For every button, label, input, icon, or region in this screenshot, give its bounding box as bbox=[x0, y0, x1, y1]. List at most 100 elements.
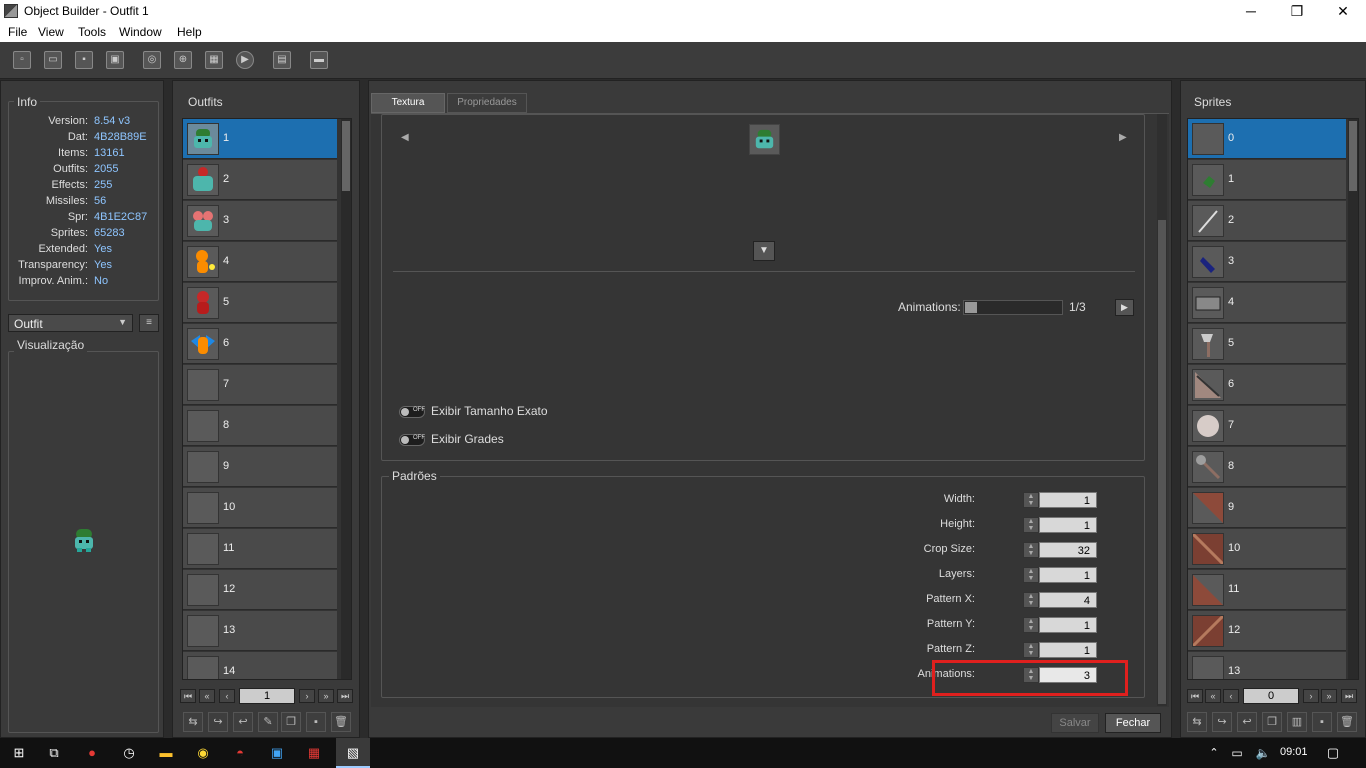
close-button[interactable]: ✕ bbox=[1320, 0, 1366, 23]
list-item[interactable]: 13 bbox=[183, 611, 337, 651]
page-input[interactable]: 0 bbox=[1243, 688, 1299, 704]
page-input[interactable]: 1 bbox=[239, 688, 295, 704]
stepper-icon[interactable]: ▲ ▼ bbox=[1023, 517, 1039, 533]
stepper-icon[interactable]: ▲ ▼ bbox=[1023, 592, 1039, 608]
prev-frame-icon[interactable]: ◀ bbox=[401, 132, 409, 143]
clock-app-icon[interactable]: ◷ bbox=[118, 743, 140, 763]
list-item[interactable]: 0 bbox=[1188, 119, 1346, 159]
grid-icon[interactable]: ▦ bbox=[205, 51, 223, 69]
task-view-icon[interactable]: ⧉ bbox=[43, 743, 65, 763]
last-page-icon[interactable]: ⏭ bbox=[1341, 689, 1357, 703]
category-select[interactable]: Outfit ▼ bbox=[8, 314, 133, 332]
list-item[interactable]: 3 bbox=[183, 201, 337, 241]
list-item[interactable]: 2 bbox=[183, 160, 337, 200]
crosshair-icon[interactable]: ⊕ bbox=[174, 51, 192, 69]
clock[interactable]: 09:01 bbox=[1280, 746, 1308, 758]
list-item[interactable]: 11 bbox=[183, 529, 337, 569]
prev-icon[interactable]: ‹ bbox=[1223, 689, 1239, 703]
replace-icon[interactable]: ⇆ bbox=[1187, 712, 1207, 732]
minimize-button[interactable]: ─ bbox=[1228, 0, 1274, 23]
list-item[interactable]: 10 bbox=[183, 488, 337, 528]
import-icon[interactable]: ↩ bbox=[233, 712, 253, 732]
menu-window[interactable]: Window bbox=[119, 25, 162, 39]
export-icon[interactable]: ↪ bbox=[1212, 712, 1232, 732]
save-button[interactable]: Salvar bbox=[1051, 713, 1099, 733]
trash-icon[interactable]: 🗑 bbox=[331, 712, 351, 732]
stepper-icon[interactable]: ▲ ▼ bbox=[1023, 642, 1039, 658]
trash-icon[interactable]: 🗑 bbox=[1337, 712, 1357, 732]
paste-icon[interactable]: ▥ bbox=[1287, 712, 1307, 732]
slider-thumb[interactable] bbox=[965, 302, 977, 313]
tab-propriedades[interactable]: Propriedades bbox=[447, 93, 527, 113]
prev-fast-icon[interactable]: « bbox=[1205, 689, 1221, 703]
prop-value[interactable]: 1 bbox=[1039, 642, 1097, 658]
import-icon[interactable]: ↩ bbox=[1237, 712, 1257, 732]
new-icon[interactable]: ▪ bbox=[306, 712, 326, 732]
pokeball-icon[interactable]: ◓ bbox=[229, 743, 251, 763]
tab-textura[interactable]: Textura bbox=[371, 93, 445, 113]
next-fast-icon[interactable]: » bbox=[1321, 689, 1337, 703]
list-item[interactable]: 12 bbox=[1188, 611, 1346, 651]
first-page-icon[interactable]: ⏮ bbox=[1187, 689, 1203, 703]
chevron-up-icon[interactable]: ⌃ bbox=[1203, 743, 1225, 763]
prop-value[interactable]: 1 bbox=[1039, 517, 1097, 533]
close-editor-button[interactable]: Fechar bbox=[1105, 713, 1161, 733]
scrollbar[interactable] bbox=[1157, 114, 1167, 706]
list-item[interactable]: 12 bbox=[183, 570, 337, 610]
menu-view[interactable]: View bbox=[38, 25, 64, 39]
list-item[interactable]: 1 bbox=[1188, 160, 1346, 200]
scrollbar[interactable] bbox=[341, 119, 351, 679]
list-item[interactable]: 7 bbox=[1188, 406, 1346, 446]
prev-icon[interactable]: ‹ bbox=[219, 689, 235, 703]
prev-fast-icon[interactable]: « bbox=[199, 689, 215, 703]
windows-start-icon[interactable]: ⊞ bbox=[8, 743, 30, 763]
new-icon[interactable]: ▪ bbox=[1312, 712, 1332, 732]
save-all-icon[interactable]: ▣ bbox=[106, 51, 124, 69]
scrollbar-thumb[interactable] bbox=[1349, 121, 1357, 191]
list-item[interactable]: 11 bbox=[1188, 570, 1346, 610]
prop-value[interactable]: 1 bbox=[1039, 567, 1097, 583]
list-item[interactable]: 4 bbox=[183, 242, 337, 282]
duplicate-icon[interactable]: ❐ bbox=[281, 712, 301, 732]
duplicate-icon[interactable]: ❐ bbox=[1262, 712, 1282, 732]
stepper-icon[interactable]: ▲ ▼ bbox=[1023, 617, 1039, 633]
list-item[interactable]: 6 bbox=[1188, 365, 1346, 405]
object-builder-taskbar-icon[interactable]: ▧ bbox=[336, 738, 370, 768]
open-folder-icon[interactable]: ▭ bbox=[44, 51, 62, 69]
last-page-icon[interactable]: ⏭ bbox=[337, 689, 353, 703]
prop-value[interactable]: 4 bbox=[1039, 592, 1097, 608]
splitter[interactable] bbox=[164, 80, 172, 738]
menu-file[interactable]: File bbox=[8, 25, 27, 39]
next-fast-icon[interactable]: » bbox=[318, 689, 334, 703]
animations-slider[interactable] bbox=[963, 300, 1063, 315]
list-item[interactable]: 13 bbox=[1188, 652, 1346, 679]
edit-icon[interactable]: ✎ bbox=[258, 712, 278, 732]
store-icon[interactable]: ▤ bbox=[273, 51, 291, 69]
save-icon[interactable]: ▪ bbox=[75, 51, 93, 69]
scrollbar[interactable] bbox=[1348, 119, 1358, 679]
chrome-icon[interactable]: ● bbox=[81, 743, 103, 763]
app-icon[interactable]: ◉ bbox=[192, 743, 214, 763]
list-item[interactable]: 10 bbox=[1188, 529, 1346, 569]
first-page-icon[interactable]: ⏮ bbox=[180, 689, 196, 703]
direction-down-icon[interactable]: ▼ bbox=[753, 241, 775, 261]
list-item[interactable]: 6 bbox=[183, 324, 337, 364]
app-icon[interactable]: ▦ bbox=[303, 743, 325, 763]
next-icon[interactable]: › bbox=[1303, 689, 1319, 703]
volume-icon[interactable]: 🔈 bbox=[1252, 743, 1274, 763]
scrollbar-thumb[interactable] bbox=[1158, 220, 1166, 704]
scrollbar-thumb[interactable] bbox=[342, 121, 350, 191]
next-icon[interactable]: › bbox=[299, 689, 315, 703]
splitter[interactable] bbox=[360, 80, 368, 738]
list-item[interactable]: 5 bbox=[183, 283, 337, 323]
app-icon[interactable]: ▣ bbox=[266, 743, 288, 763]
console-icon[interactable]: ▬ bbox=[310, 51, 328, 69]
stepper-icon[interactable]: ▲ ▼ bbox=[1023, 542, 1039, 558]
replace-icon[interactable]: ⇆ bbox=[183, 712, 203, 732]
splitter[interactable] bbox=[1172, 80, 1180, 738]
file-explorer-icon[interactable]: ▬ bbox=[155, 743, 177, 763]
new-file-icon[interactable]: ▫ bbox=[13, 51, 31, 69]
menu-tools[interactable]: Tools bbox=[78, 25, 106, 39]
stepper-icon[interactable]: ▲ ▼ bbox=[1023, 492, 1039, 508]
export-icon[interactable]: ↪ bbox=[208, 712, 228, 732]
